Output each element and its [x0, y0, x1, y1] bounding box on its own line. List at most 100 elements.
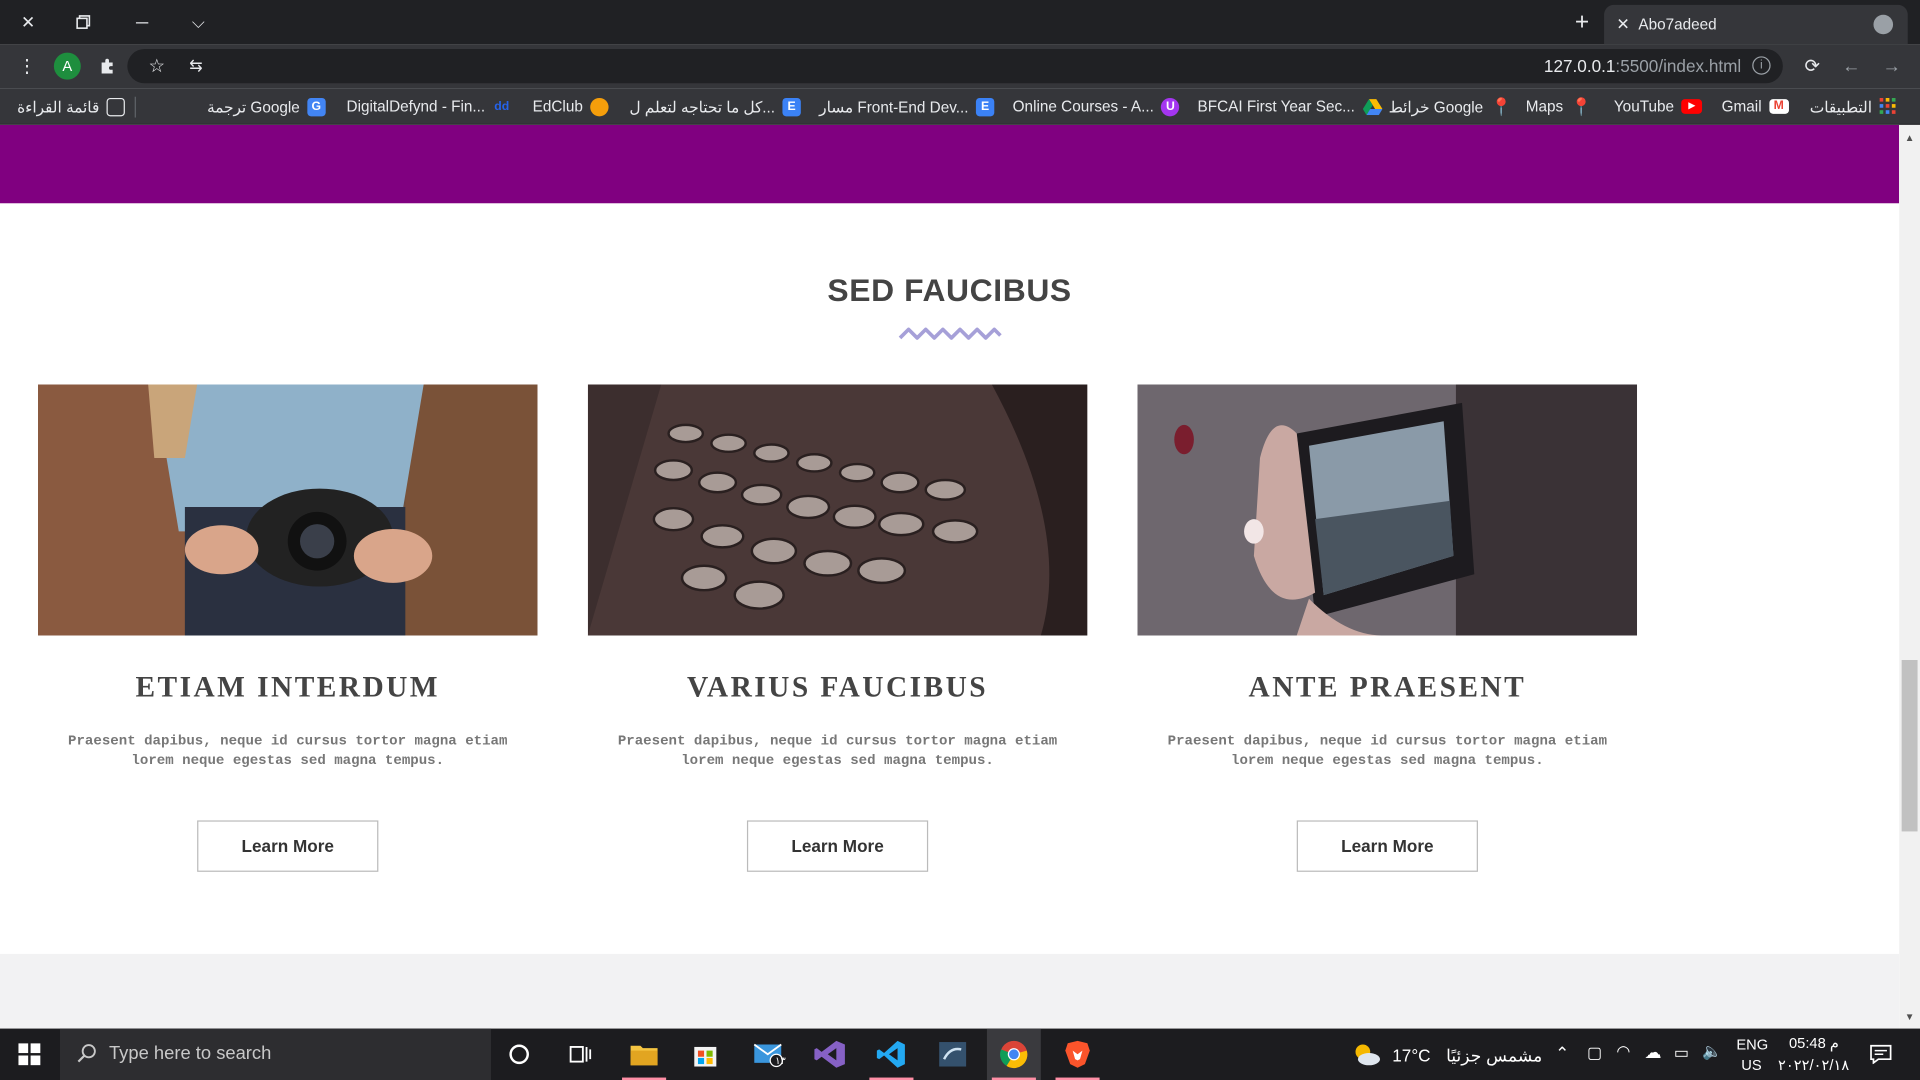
visual-studio-icon[interactable]	[803, 1029, 857, 1080]
site-info-icon[interactable]: i	[1752, 56, 1771, 75]
microsoft-store-icon[interactable]	[678, 1029, 732, 1080]
camera-photo	[37, 384, 538, 636]
edclub-icon	[590, 97, 609, 116]
clock-time[interactable]: 05:48 م	[1789, 1035, 1839, 1052]
maps-pin-icon: 📍	[1490, 96, 1512, 116]
weather-condition[interactable]: مشمس جزئيًا	[1446, 1046, 1542, 1067]
tab-title: Abo7adeed	[1638, 15, 1717, 34]
wave-divider-icon	[898, 327, 1002, 340]
file-explorer-icon[interactable]	[617, 1029, 671, 1080]
e-icon: E	[975, 97, 995, 116]
back-arrow-icon[interactable]: ←	[1837, 51, 1866, 80]
search-icon	[77, 1044, 96, 1063]
bookmark-star-icon[interactable]: ☆	[142, 51, 171, 80]
task-view-icon[interactable]	[553, 1029, 607, 1080]
youtube-icon: ▶	[1681, 99, 1703, 114]
url-path: :5500/index.html	[1615, 56, 1742, 76]
bookmark-gmail[interactable]: Gmail M	[1722, 96, 1789, 118]
learn-more-button[interactable]: Learn More	[197, 820, 379, 872]
card-text: Praesent dapibus, neque id cursus tortor…	[68, 733, 508, 769]
browser-tab[interactable]: ✕ Abo7adeed	[1604, 4, 1908, 45]
reading-list-icon	[106, 97, 125, 116]
bookmark-arabic-learn[interactable]: كل ما تحتاجه لتعلم ل... E	[629, 96, 801, 118]
bookmark-label: YouTube	[1613, 97, 1675, 116]
vscode-icon[interactable]	[864, 1029, 918, 1080]
page-scrollbar[interactable]: ▲ ▼	[1899, 124, 1920, 1029]
learn-more-button[interactable]: Learn More	[746, 820, 929, 872]
bookmark-digitaldefynd[interactable]: DigitalDefynd - Fin... dd	[347, 96, 511, 118]
wifi-icon[interactable]: ◠	[1616, 1042, 1630, 1062]
bookmark-youtube[interactable]: YouTube ▶	[1613, 96, 1703, 118]
drive-icon	[1362, 99, 1382, 116]
address-bar[interactable]: ☆ ⇆ 127.0.0.1:5500/index.html i	[127, 48, 1783, 84]
volume-icon[interactable]: 🔈	[1702, 1042, 1722, 1062]
cortana-icon[interactable]	[492, 1029, 546, 1080]
scroll-up-arrow-icon[interactable]: ▲	[1904, 132, 1915, 143]
bookmark-bfcai[interactable]: BFCAI First Year Sec...	[1198, 96, 1382, 118]
bookmarks-bar: قائمة القراءة ترجمة Google G DigitalDefyn…	[0, 88, 1920, 125]
section-title: SED FAUCIBUS	[827, 271, 1072, 309]
purple-banner	[0, 124, 1900, 204]
sql-tool-icon[interactable]	[926, 1029, 980, 1080]
weather-temperature[interactable]: 17°C	[1392, 1046, 1430, 1066]
notifications-icon[interactable]	[1856, 1029, 1905, 1080]
feature-card: ETIAM INTERDUM Praesent dapibus, neque i…	[37, 384, 538, 872]
bookmark-label: Online Courses - A...	[1012, 97, 1154, 116]
clock-date[interactable]: ٢٠٢٢/٠٢/١٨	[1778, 1057, 1849, 1074]
menu-kebab-icon[interactable]: ⋮	[12, 51, 41, 80]
profile-avatar[interactable]: A	[53, 52, 81, 80]
udemy-icon: U	[1161, 97, 1180, 116]
bookmark-google-maps-ar[interactable]: خرائط Google 📍	[1389, 96, 1512, 118]
tab-search-chevron-icon[interactable]: ⌵	[181, 5, 215, 39]
taskbar-search-box[interactable]: Type here to search	[60, 1028, 492, 1080]
onedrive-cloud-icon[interactable]: ☁	[1644, 1042, 1661, 1063]
scroll-down-arrow-icon[interactable]: ▼	[1904, 1011, 1915, 1022]
meet-now-icon[interactable]: ▢	[1587, 1043, 1602, 1063]
bookmark-edclub[interactable]: EdClub	[533, 96, 609, 118]
card-title: ETIAM INTERDUM	[135, 672, 441, 705]
scroll-thumb[interactable]	[1901, 660, 1918, 832]
bookmark-label: مسار Front-End Dev...	[819, 98, 969, 116]
page-viewport: SED FAUCIBUS ETIAM INTERDUM Praesent dap…	[0, 124, 1900, 1029]
input-language[interactable]: ENG	[1736, 1036, 1768, 1053]
minimize-window-icon[interactable]: ─	[125, 5, 159, 39]
close-tab-icon[interactable]: ✕	[1616, 15, 1629, 35]
feature-card: VARIUS FAUCIBUS Praesent dapibus, neque …	[587, 384, 1088, 872]
bookmark-maps[interactable]: Maps 📍	[1526, 96, 1592, 118]
bookmark-frontend-path[interactable]: مسار Front-End Dev... E	[819, 96, 995, 118]
tray-overflow-chevron-icon[interactable]: ⌃	[1555, 1043, 1569, 1064]
bookmark-label: BFCAI First Year Sec...	[1197, 97, 1355, 116]
e-icon: E	[782, 97, 801, 116]
brave-icon[interactable]	[1051, 1029, 1105, 1080]
bookmark-google-translate[interactable]: ترجمة Google G	[207, 96, 326, 118]
forward-arrow-icon[interactable]: →	[1877, 51, 1906, 80]
url-host: 127.0.0.1	[1543, 56, 1616, 76]
restore-window-icon[interactable]	[66, 5, 100, 39]
extensions-puzzle-icon[interactable]	[93, 51, 122, 80]
close-window-icon[interactable]: ✕	[11, 5, 45, 39]
learn-more-button[interactable]: Learn More	[1296, 820, 1478, 872]
reload-icon[interactable]: ⟳	[1798, 51, 1827, 80]
phone-photo	[1137, 384, 1638, 636]
search-placeholder: Type here to search	[108, 1043, 272, 1065]
bookmark-reading-list[interactable]: قائمة القراءة	[17, 96, 125, 118]
windows-start-icon[interactable]	[0, 1029, 59, 1080]
typewriter-photo	[587, 384, 1088, 636]
bookmark-online-courses[interactable]: Online Courses - A... U	[1013, 96, 1180, 118]
new-tab-icon[interactable]: +	[1565, 5, 1599, 39]
weather-partly-sunny-icon[interactable]	[1344, 1029, 1388, 1080]
chrome-icon[interactable]	[986, 1028, 1041, 1080]
url-text[interactable]: 127.0.0.1:5500/index.html	[1544, 56, 1741, 76]
card-title: ANTE PRAESENT	[1248, 672, 1527, 705]
bookmark-label: DigitalDefynd - Fin...	[346, 97, 486, 116]
title-bar: ✕ ─ ⌵ + ✕ Abo7adeed	[0, 0, 1920, 45]
battery-icon[interactable]: ▭	[1674, 1043, 1689, 1063]
dd-icon: dd	[494, 99, 510, 114]
bookmark-apps[interactable]: التطبيقات	[1810, 96, 1897, 118]
bookmark-label: التطبيقات	[1809, 98, 1872, 116]
mail-icon[interactable]: ١٣	[742, 1029, 796, 1080]
share-icon[interactable]: ⇆	[181, 51, 210, 80]
card-text: Praesent dapibus, neque id cursus tortor…	[617, 733, 1058, 769]
next-section-band	[0, 953, 1900, 1029]
input-region[interactable]: US	[1741, 1057, 1761, 1074]
